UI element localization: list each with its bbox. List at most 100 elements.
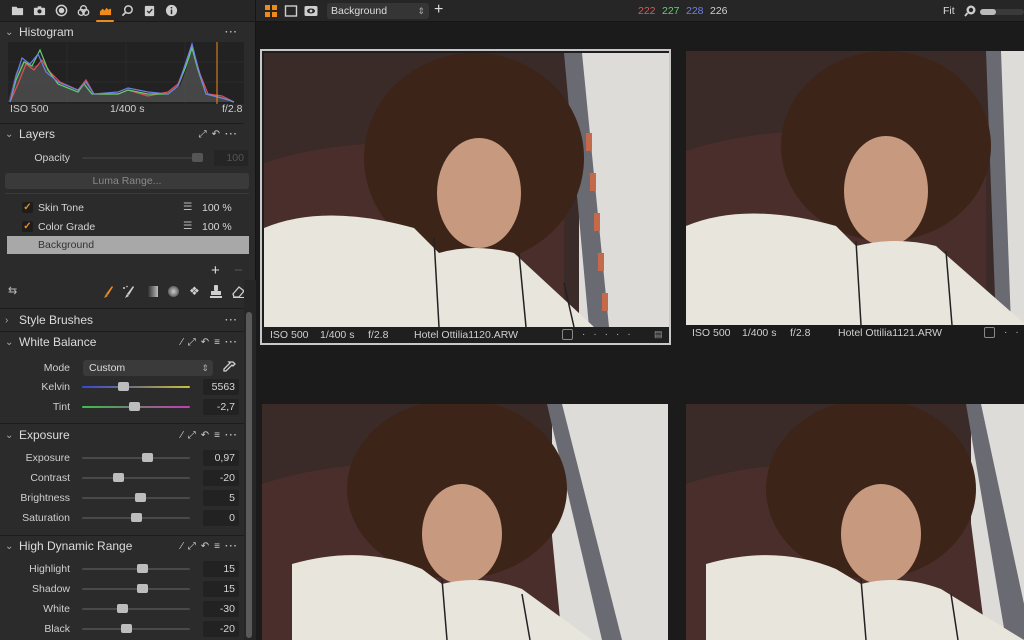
slider-thumb[interactable] <box>141 453 153 462</box>
preview-eye-icon[interactable] <box>304 4 318 18</box>
tint-slider-thumb[interactable] <box>128 402 140 411</box>
reset-icon[interactable]: ↶ <box>201 541 209 552</box>
more-options-icon[interactable]: ··· <box>225 337 238 348</box>
star-rating[interactable]: ····· <box>582 329 639 340</box>
reset-icon[interactable]: ↶ <box>201 337 209 348</box>
zoom-slider-thumb[interactable] <box>980 9 996 15</box>
eraser-icon[interactable] <box>231 285 245 298</box>
layer-mask-settings-icon[interactable]: ☰ <box>183 201 192 213</box>
slider-track[interactable] <box>82 584 190 593</box>
brush-icon[interactable] <box>102 285 114 299</box>
luma-range-button[interactable]: Luma Range... <box>5 173 249 189</box>
slider-track[interactable] <box>82 453 190 462</box>
reset-icon[interactable]: ↶ <box>201 430 209 441</box>
linear-gradient-icon[interactable] <box>147 286 158 297</box>
thumbnail-cell[interactable]: ISO 500 1/400 s f/2.8 Hotel Ottilia1121.… <box>684 51 1024 343</box>
slider-track[interactable] <box>82 624 190 633</box>
layer-item-color-grade[interactable]: ✓ Color Grade ☰ 100 % <box>0 218 244 236</box>
zoom-icon[interactable] <box>964 4 977 17</box>
tab-lens[interactable] <box>50 0 72 22</box>
photo-thumbnail[interactable] <box>686 404 1024 640</box>
auto-wand-icon[interactable]: ∕ <box>181 430 183 441</box>
tab-library[interactable] <box>6 0 28 22</box>
slider-thumb[interactable] <box>131 513 142 522</box>
slider-track[interactable] <box>82 493 190 502</box>
heal-icon[interactable]: ❖ <box>189 284 200 298</box>
slider-value[interactable]: -30 <box>203 601 239 617</box>
opacity-value[interactable]: 100 <box>214 150 248 166</box>
slider-track[interactable] <box>82 513 190 522</box>
slider-track[interactable] <box>82 604 190 613</box>
presets-icon[interactable]: ≡ <box>214 430 220 441</box>
slider-thumb[interactable] <box>112 473 124 482</box>
more-options-icon[interactable]: ··· <box>225 430 238 441</box>
magic-brush-icon[interactable] <box>122 285 136 299</box>
layer-select[interactable]: Background ⇕ <box>327 3 429 19</box>
select-checkbox[interactable] <box>562 329 573 340</box>
expand-icon[interactable]: ⤢ <box>199 129 207 140</box>
opacity-slider[interactable] <box>82 153 204 162</box>
sidebar-scrollbar-thumb[interactable] <box>246 312 252 638</box>
photo-thumbnail[interactable] <box>262 404 668 640</box>
color-tag-icon[interactable]: ▤ <box>654 329 663 340</box>
hdr-header[interactable]: ⌄ High Dynamic Range ∕ ⤢ ↶ ≡ ··· <box>0 536 244 556</box>
clone-stamp-icon[interactable] <box>210 285 222 298</box>
slider-thumb[interactable] <box>116 604 128 613</box>
photo-thumbnail[interactable] <box>264 53 669 327</box>
thumbnail-cell[interactable] <box>686 404 1024 640</box>
thumbnail-cell[interactable] <box>262 404 668 640</box>
grid-view-icon[interactable] <box>264 4 278 18</box>
tab-details[interactable] <box>116 0 138 22</box>
exposure-header[interactable]: ⌄ Exposure ∕ ⤢ ↶ ≡ ··· <box>0 425 244 445</box>
single-view-icon[interactable] <box>284 4 298 18</box>
layers-header[interactable]: ⌄ Layers ⤢ ↶ ··· <box>0 124 244 144</box>
expand-icon[interactable]: ⤢ <box>188 541 196 552</box>
slider-track[interactable] <box>82 564 190 573</box>
opacity-slider-thumb[interactable] <box>192 153 204 162</box>
sidebar-scrollbar[interactable] <box>244 280 256 640</box>
presets-icon[interactable]: ≡ <box>214 541 220 552</box>
tab-color[interactable] <box>72 0 94 22</box>
add-layer-icon[interactable]: + <box>434 1 443 19</box>
remove-layer-icon[interactable]: − <box>234 262 243 279</box>
layer-visibility-checkbox[interactable]: ✓ <box>22 202 33 213</box>
slider-thumb[interactable] <box>137 584 149 593</box>
presets-icon[interactable]: ≡ <box>214 337 220 348</box>
white-balance-header[interactable]: ⌄ White Balance ∕ ⤢ ↶ ≡ ··· <box>0 332 244 352</box>
expand-icon[interactable]: ⤢ <box>188 430 196 441</box>
zoom-slider[interactable] <box>980 9 1024 15</box>
wb-mode-select[interactable]: Custom ⇕ <box>83 360 213 376</box>
more-options-icon[interactable]: ··· <box>225 27 238 38</box>
eyedropper-icon[interactable] <box>222 361 236 375</box>
swap-icon[interactable]: ⇆ <box>8 284 17 297</box>
kelvin-slider[interactable] <box>82 382 190 391</box>
expand-icon[interactable]: ⤢ <box>188 337 196 348</box>
tint-slider[interactable] <box>82 402 190 411</box>
slider-track[interactable] <box>82 473 190 482</box>
select-checkbox[interactable] <box>984 327 995 338</box>
slider-value[interactable]: -20 <box>203 470 239 486</box>
reset-icon[interactable]: ↶ <box>212 129 220 140</box>
zoom-fit-label[interactable]: Fit <box>943 5 955 17</box>
more-options-icon[interactable]: ··· <box>225 315 238 326</box>
slider-value[interactable]: 0 <box>203 510 239 526</box>
slider-value[interactable]: 0,97 <box>203 450 239 466</box>
tab-adjustments[interactable] <box>138 0 160 22</box>
tab-exposure[interactable] <box>94 0 116 22</box>
layer-mask-settings-icon[interactable]: ☰ <box>183 220 192 232</box>
radial-gradient-icon[interactable] <box>168 286 179 297</box>
layer-visibility-checkbox[interactable]: ✓ <box>22 221 33 232</box>
histogram-header[interactable]: ⌄ Histogram ··· <box>0 22 244 42</box>
kelvin-slider-thumb[interactable] <box>118 382 130 391</box>
layer-item-background[interactable]: Background <box>7 236 249 254</box>
slider-value[interactable]: 15 <box>203 581 239 597</box>
layer-item-skin-tone[interactable]: ✓ Skin Tone ☰ 100 % <box>0 199 244 217</box>
more-options-icon[interactable]: ··· <box>225 541 238 552</box>
auto-wand-icon[interactable]: ∕ <box>181 337 183 348</box>
style-brushes-header[interactable]: › Style Brushes ··· <box>0 310 244 330</box>
slider-value[interactable]: -20 <box>203 621 239 637</box>
slider-value[interactable]: 15 <box>203 561 239 577</box>
tint-value[interactable]: -2,7 <box>203 399 239 415</box>
slider-thumb[interactable] <box>135 493 147 502</box>
tab-metadata[interactable] <box>160 0 182 22</box>
